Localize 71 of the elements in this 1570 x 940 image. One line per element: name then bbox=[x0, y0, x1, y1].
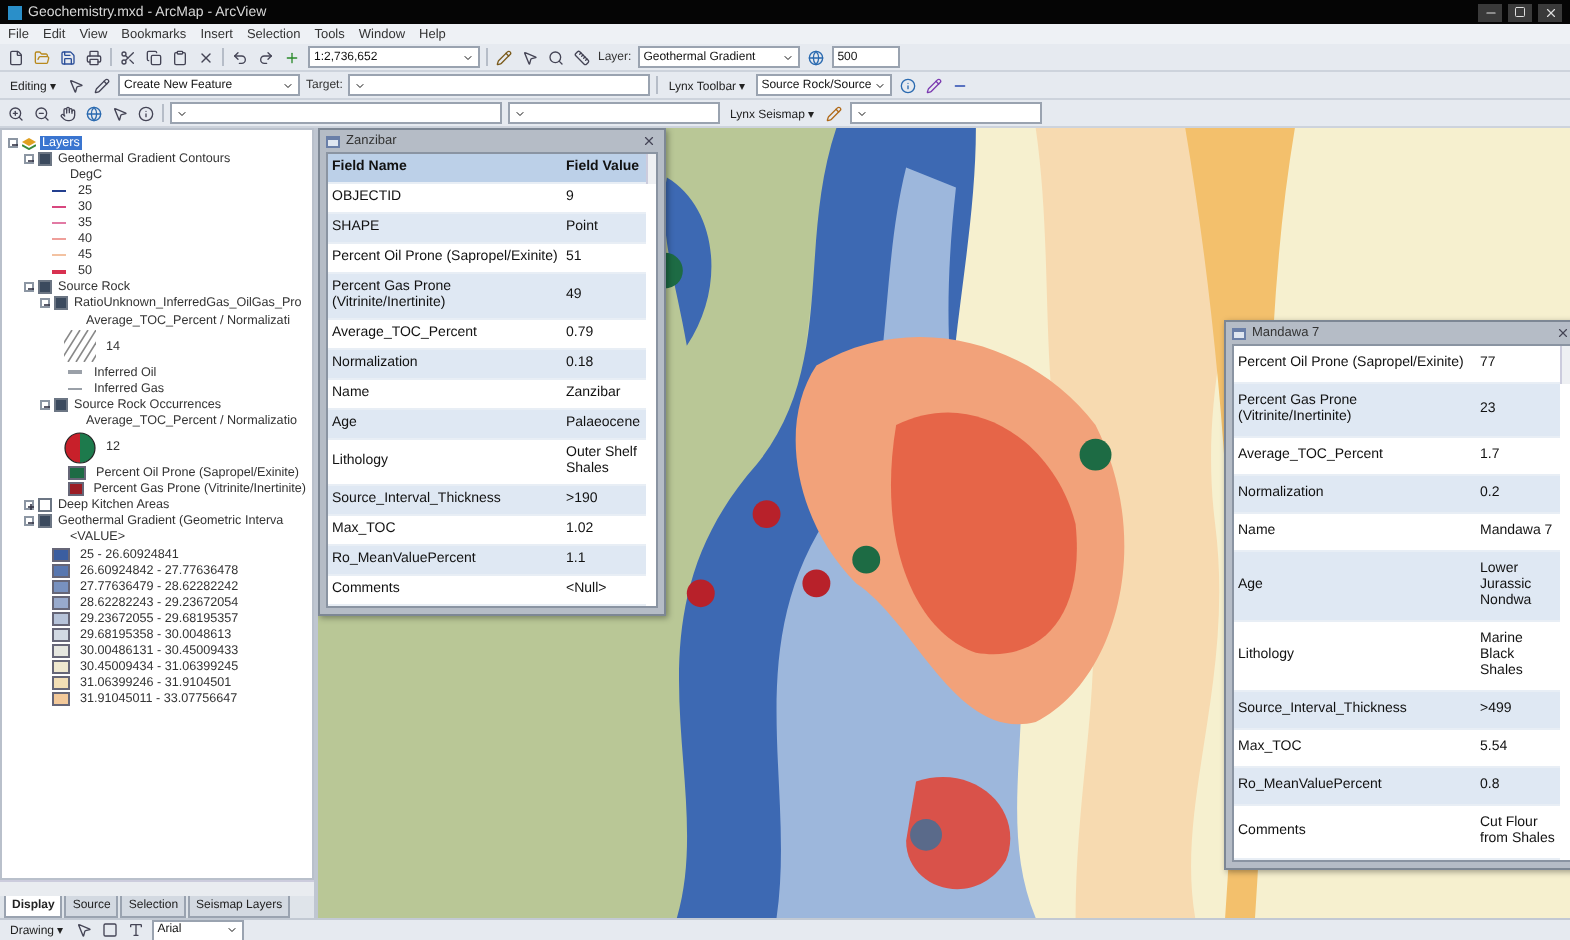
pointer-icon[interactable] bbox=[112, 105, 128, 121]
pencil-icon[interactable] bbox=[925, 77, 942, 93]
caret-icon bbox=[781, 51, 794, 63]
layer-checkbox[interactable] bbox=[38, 514, 52, 529]
scrollbar[interactable] bbox=[646, 154, 656, 184]
rectangle-icon[interactable] bbox=[101, 922, 118, 938]
pan-icon[interactable] bbox=[60, 105, 76, 121]
redo-icon[interactable] bbox=[258, 49, 274, 65]
scrollbar[interactable] bbox=[0, 880, 314, 896]
window-icon bbox=[326, 135, 340, 147]
maximize-icon bbox=[1514, 6, 1526, 18]
open-folder-icon[interactable] bbox=[34, 49, 50, 65]
layer-checkbox[interactable] bbox=[38, 151, 52, 166]
hatch-symbol bbox=[64, 330, 96, 363]
target-dropdown[interactable] bbox=[348, 74, 651, 96]
cut-icon[interactable] bbox=[120, 49, 136, 65]
add-data-icon[interactable] bbox=[284, 49, 300, 65]
undo-icon[interactable] bbox=[232, 49, 248, 65]
zoom-out-icon[interactable] bbox=[34, 105, 50, 121]
layer-field[interactable] bbox=[508, 102, 720, 124]
close-button[interactable] bbox=[1538, 3, 1562, 21]
collapse-icon[interactable] bbox=[24, 516, 34, 527]
copy-icon[interactable] bbox=[146, 49, 162, 65]
pie-symbol bbox=[64, 431, 96, 463]
print-icon[interactable] bbox=[86, 49, 102, 65]
layer-checkbox[interactable] bbox=[54, 397, 68, 412]
minimize-button[interactable] bbox=[1478, 3, 1502, 21]
caret-icon bbox=[176, 107, 188, 119]
layer-checkbox[interactable] bbox=[54, 296, 68, 311]
window-icon bbox=[1232, 327, 1246, 339]
layer-checkbox[interactable] bbox=[38, 498, 52, 513]
collapse-icon[interactable] bbox=[8, 137, 18, 148]
caret-icon bbox=[354, 79, 367, 91]
save-icon[interactable] bbox=[60, 49, 76, 65]
map-field[interactable] bbox=[170, 102, 502, 124]
collapse-icon[interactable] bbox=[40, 298, 50, 309]
maximize-button[interactable] bbox=[1508, 3, 1532, 21]
seismap-field[interactable] bbox=[850, 102, 1043, 124]
caret-icon bbox=[462, 51, 474, 63]
collapse-icon[interactable] bbox=[24, 153, 34, 164]
pencil-icon[interactable] bbox=[94, 77, 111, 93]
globe-icon[interactable] bbox=[807, 49, 824, 65]
pointer-icon[interactable] bbox=[75, 922, 92, 938]
caret-icon bbox=[514, 107, 526, 119]
search-icon[interactable] bbox=[548, 49, 564, 65]
collapse-icon[interactable] bbox=[24, 282, 34, 293]
caret-icon bbox=[225, 924, 238, 936]
close-icon bbox=[1543, 5, 1557, 19]
layer-checkbox[interactable] bbox=[38, 280, 52, 295]
ruler-icon[interactable] bbox=[574, 49, 590, 65]
text-icon[interactable] bbox=[127, 922, 144, 938]
layers-icon bbox=[22, 135, 36, 150]
caret-icon bbox=[873, 79, 886, 91]
pointer-icon[interactable] bbox=[522, 49, 538, 65]
close-icon[interactable] bbox=[1555, 326, 1569, 340]
paste-icon[interactable] bbox=[172, 49, 188, 65]
delete-icon[interactable] bbox=[198, 49, 214, 65]
expand-icon[interactable] bbox=[24, 500, 34, 511]
zoom-in-icon[interactable] bbox=[8, 105, 24, 121]
app-icon bbox=[8, 5, 22, 19]
info-icon[interactable] bbox=[138, 105, 154, 121]
caret-icon bbox=[282, 79, 295, 91]
caret-icon bbox=[856, 107, 869, 119]
pointer-icon[interactable] bbox=[68, 77, 85, 93]
info-icon[interactable] bbox=[899, 77, 916, 93]
close-icon[interactable] bbox=[641, 134, 655, 148]
globe-icon[interactable] bbox=[86, 105, 102, 121]
pencil-icon[interactable] bbox=[826, 105, 843, 121]
new-file-icon[interactable] bbox=[8, 49, 24, 65]
collapse-icon[interactable] bbox=[40, 399, 50, 410]
scrollbar[interactable] bbox=[1560, 346, 1570, 384]
